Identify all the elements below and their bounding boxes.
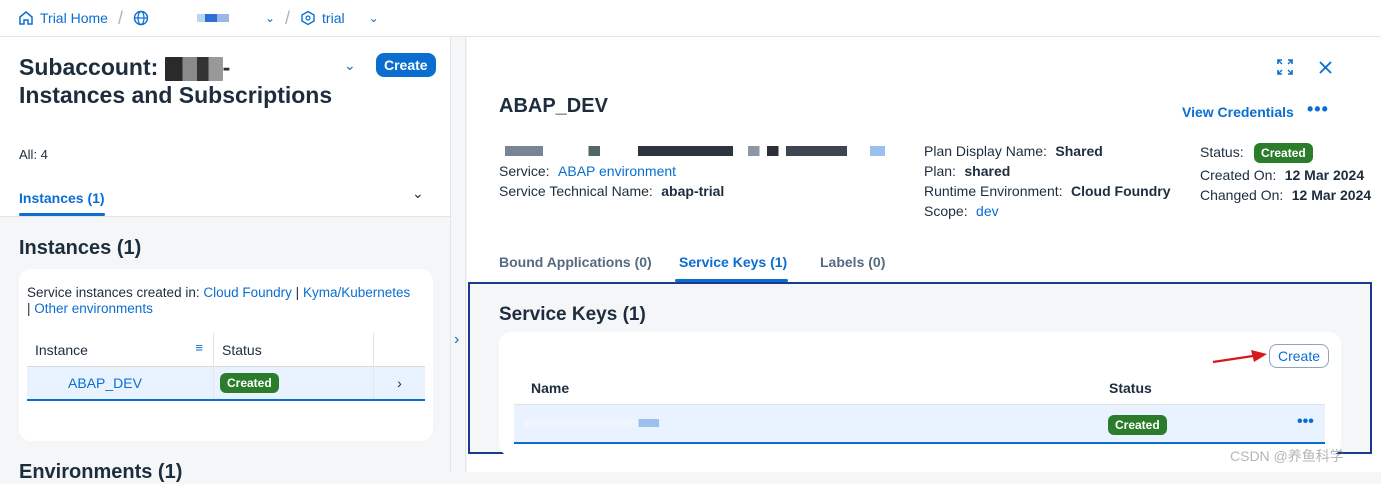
chevron-right-icon[interactable]: › xyxy=(373,367,425,399)
technical-name-field: Service Technical Name: abap-trial xyxy=(499,183,725,199)
cloud-foundry-link[interactable]: Cloud Foundry xyxy=(203,285,292,300)
plan-field: Plan: shared xyxy=(924,163,1011,179)
more-icon[interactable]: ••• xyxy=(1307,99,1329,120)
section-title: Instances (1) xyxy=(19,237,142,259)
plan-display-field: Plan Display Name: Shared xyxy=(924,143,1103,159)
status-badge: Created xyxy=(1108,415,1167,435)
breadcrumb-home[interactable]: Trial Home xyxy=(18,10,108,26)
detail-title: ABAP_DEV xyxy=(499,95,608,117)
chevron-right-icon[interactable]: › xyxy=(454,331,459,349)
detail-panel: ABAP_DEV View Credentials ••• Service: A… xyxy=(467,37,1381,472)
table-header: Instance ≡ Status xyxy=(27,332,425,367)
tab-service-keys[interactable]: Service Keys (1) xyxy=(675,254,788,282)
arrow-icon xyxy=(1212,350,1267,364)
chevron-down-icon[interactable]: ⌄ xyxy=(265,11,275,25)
scope-link[interactable]: dev xyxy=(976,203,999,219)
status-badge: Created xyxy=(220,373,279,393)
create-button[interactable]: Create xyxy=(376,53,436,77)
globe-icon xyxy=(133,10,149,26)
redacted-text xyxy=(524,419,659,427)
tab-instances[interactable]: Instances (1) xyxy=(19,190,105,216)
panel-splitter[interactable]: › xyxy=(450,37,466,472)
scope-field: Scope: dev xyxy=(924,203,999,219)
table-row[interactable]: ABAP_DEV Created › xyxy=(27,367,425,401)
column-name: Name xyxy=(531,380,570,396)
redacted-text xyxy=(164,56,223,81)
breadcrumb-trial-label: trial xyxy=(322,10,345,26)
table-row[interactable]: Created ••• xyxy=(514,404,1325,444)
breadcrumb-home-label: Trial Home xyxy=(40,10,108,26)
page-title: Subaccount: - Instances and Subscription… xyxy=(19,54,333,108)
breadcrumb-bar: Trial Home / ⌄ / trial ⌄ xyxy=(0,0,1381,37)
section-title: Service Keys (1) xyxy=(499,304,646,325)
column-status: Status xyxy=(213,332,373,367)
tab-selected-indicator xyxy=(19,213,105,216)
breadcrumb-separator: / xyxy=(285,7,291,28)
instances-table: Instance ≡ Status ABAP_DEV Created › xyxy=(27,332,425,401)
service-keys-section: Service Keys (1) Create Name Status Crea… xyxy=(468,282,1372,456)
instance-name[interactable]: ABAP_DEV xyxy=(27,375,213,391)
instances-card: Service instances created in: Cloud Foun… xyxy=(19,269,433,441)
breadcrumb-separator: / xyxy=(117,7,123,28)
next-section-title: Environments (1) xyxy=(19,461,183,483)
chevron-down-icon[interactable]: ⌄ xyxy=(412,185,424,202)
left-header: Subaccount: - Instances and Subscription… xyxy=(0,37,450,217)
runtime-field: Runtime Environment: Cloud Foundry xyxy=(924,183,1171,199)
redacted-text xyxy=(168,14,249,22)
service-link[interactable]: ABAP environment xyxy=(558,163,676,179)
close-icon[interactable] xyxy=(1319,61,1332,74)
fullscreen-icon[interactable] xyxy=(1277,59,1293,75)
cube-icon xyxy=(301,10,315,26)
more-icon[interactable]: ••• xyxy=(1297,413,1314,431)
tab-instances-label: Instances (1) xyxy=(19,190,105,206)
breadcrumb-globalaccount[interactable]: ⌄ xyxy=(133,10,275,26)
created-on-field: Created On: 12 Mar 2024 xyxy=(1200,167,1365,183)
other-environments-link[interactable]: Other environments xyxy=(34,301,153,316)
chevron-down-icon[interactable]: ⌄ xyxy=(369,11,379,25)
create-key-button[interactable]: Create xyxy=(1269,344,1330,368)
chevron-down-icon[interactable]: ⌄ xyxy=(344,57,356,74)
instance-count: All: 4 xyxy=(19,147,48,162)
column-status: Status xyxy=(1109,380,1152,396)
column-instance[interactable]: Instance ≡ xyxy=(27,340,213,358)
home-icon xyxy=(19,11,33,25)
watermark: CSDN @养鱼科学 xyxy=(1230,448,1344,464)
status-field: Status: Created xyxy=(1200,143,1313,163)
service-field: Service: ABAP environment xyxy=(499,163,677,179)
page-title-prefix: Subaccount: xyxy=(19,54,159,80)
status-badge: Created xyxy=(1254,143,1313,163)
tab-labels[interactable]: Labels (0) xyxy=(820,254,885,270)
tab-bound-applications[interactable]: Bound Applications (0) xyxy=(499,254,652,270)
page-title-rest: Instances and Subscriptions xyxy=(19,82,333,108)
service-keys-card: Create Name Status Created ••• xyxy=(499,332,1341,456)
environments-text: Service instances created in: Cloud Foun… xyxy=(27,285,411,316)
changed-on-field: Changed On: 12 Mar 2024 xyxy=(1200,187,1372,203)
view-credentials-link[interactable]: View Credentials xyxy=(1182,104,1294,120)
redacted-id xyxy=(505,146,885,156)
sort-icon[interactable]: ≡ xyxy=(195,340,203,355)
left-panel: Subaccount: - Instances and Subscription… xyxy=(0,37,450,483)
kyma-link[interactable]: Kyma/Kubernetes xyxy=(303,285,410,300)
breadcrumb-subaccount[interactable]: trial ⌄ xyxy=(300,10,379,26)
